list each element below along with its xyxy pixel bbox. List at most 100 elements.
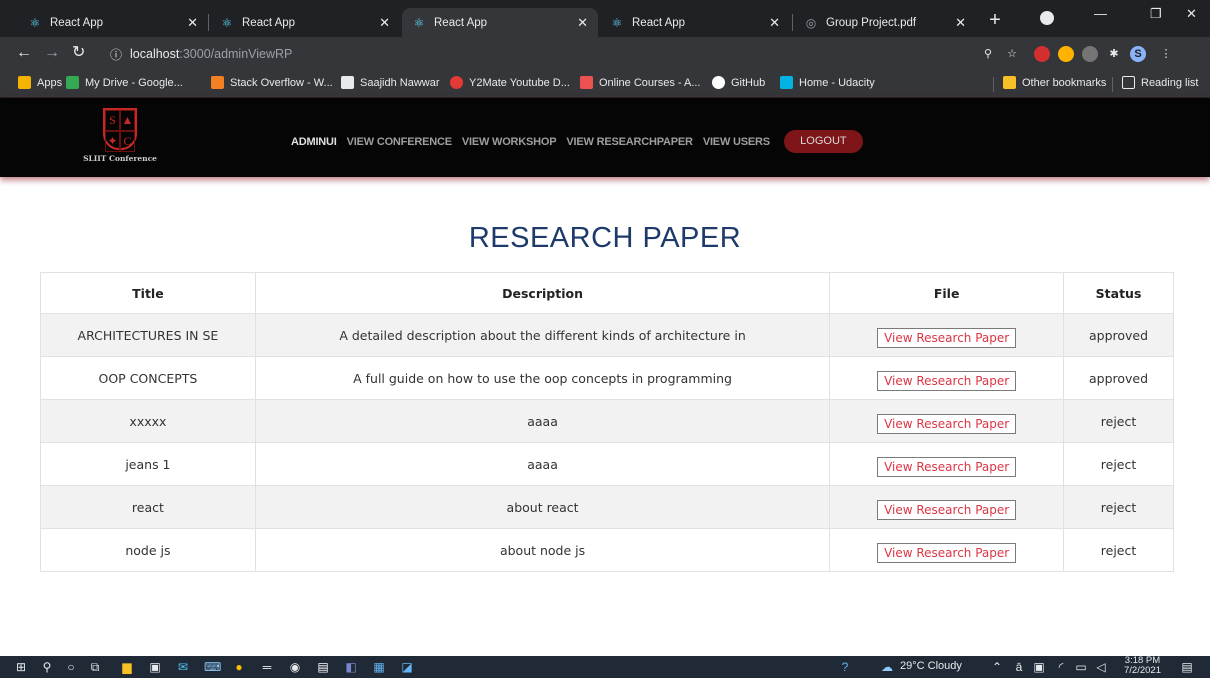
main-nav: ADMINUI VIEW CONFERENCE VIEW WORKSHOP VI…: [291, 130, 863, 153]
forward-icon[interactable]: →: [44, 44, 60, 62]
app-icon[interactable]: ═: [260, 660, 274, 674]
back-icon[interactable]: ←: [16, 44, 32, 62]
nav-adminui[interactable]: ADMINUI: [291, 136, 337, 148]
view-research-paper-button[interactable]: View Research Paper: [877, 457, 1017, 477]
apps-grid-icon: [18, 76, 31, 89]
cell-description: aaaa: [254, 399, 831, 443]
task-view-icon[interactable]: ⧉: [88, 660, 102, 674]
ime-icon[interactable]: ā: [1012, 660, 1026, 674]
bookmark-item[interactable]: GitHub: [712, 76, 765, 89]
zoom-icon[interactable]: ⚲: [980, 46, 996, 62]
bookmark-label: Y2Mate Youtube D...: [469, 76, 570, 89]
app-icon[interactable]: ◉: [288, 660, 302, 674]
browser-tab[interactable]: ⚛ React App ✕: [18, 8, 208, 37]
chevron-up-icon[interactable]: ⌃: [990, 660, 1004, 674]
logout-button[interactable]: LOGOUT: [783, 130, 863, 153]
bookmark-apps[interactable]: Apps: [18, 76, 62, 89]
windows-start-icon[interactable]: ⊞: [14, 660, 28, 674]
extension-icon[interactable]: [1082, 46, 1098, 62]
cortana-icon[interactable]: ○: [64, 660, 78, 674]
weather-text[interactable]: 29°C Cloudy: [900, 660, 962, 672]
address-bar[interactable]: ⓘ localhost :3000/adminViewRP: [100, 42, 1000, 66]
nav-view-workshop[interactable]: VIEW WORKSHOP: [462, 136, 557, 148]
reading-list-icon: [1122, 76, 1135, 89]
cell-description: A full guide on how to use the oop conce…: [254, 356, 831, 400]
react-icon: ⚛: [221, 15, 233, 30]
teams-icon[interactable]: ◧: [344, 660, 358, 674]
y2mate-icon: [450, 76, 463, 89]
browser-tab-active[interactable]: ⚛ React App ✕: [402, 8, 598, 37]
nav-view-users[interactable]: VIEW USERS: [703, 136, 770, 148]
reading-list[interactable]: Reading list: [1122, 76, 1198, 89]
new-tab-button[interactable]: +: [982, 8, 1008, 34]
taskbar-clock[interactable]: 3:18 PM 7/2/2021: [1124, 656, 1161, 676]
url-host: localhost: [130, 47, 180, 61]
reading-list-label: Reading list: [1141, 76, 1199, 89]
react-icon: ⚛: [29, 15, 41, 30]
browser-tab[interactable]: ◎ Group Project.pdf ✕: [794, 8, 976, 37]
network-icon[interactable]: ◜: [1054, 660, 1068, 674]
view-research-paper-button[interactable]: View Research Paper: [877, 414, 1017, 434]
close-icon[interactable]: ✕: [379, 15, 390, 31]
word-icon[interactable]: ▦: [372, 660, 386, 674]
calendar-icon[interactable]: ▣: [1032, 660, 1046, 674]
window-close-icon[interactable]: ✕: [1186, 6, 1197, 22]
close-icon[interactable]: ✕: [187, 15, 198, 31]
tab-divider: [792, 14, 793, 31]
close-icon[interactable]: ✕: [577, 15, 588, 31]
tab-search-icon[interactable]: [1040, 11, 1054, 25]
menu-kebab-icon[interactable]: ⋮: [1158, 46, 1174, 62]
photos-icon[interactable]: ◪: [400, 660, 414, 674]
mail-icon[interactable]: ✉: [176, 660, 190, 674]
udemy-icon: [580, 76, 593, 89]
bookmark-item[interactable]: Stack Overflow - W...: [211, 76, 333, 89]
cell-status: reject: [1063, 485, 1174, 529]
browser-tab[interactable]: ⚛ React App ✕: [210, 8, 400, 37]
cell-file: View Research Paper: [829, 356, 1065, 400]
keyboard-icon[interactable]: ⌨: [204, 660, 221, 674]
bookmark-item[interactable]: Online Courses - A...: [580, 76, 701, 89]
notification-icon[interactable]: ▤: [1180, 660, 1194, 674]
column-header-title: Title: [40, 272, 256, 314]
extension-icon[interactable]: [1034, 46, 1050, 62]
help-icon[interactable]: ?: [838, 660, 852, 674]
bookmark-label: Stack Overflow - W...: [230, 76, 333, 89]
webstorm-icon[interactable]: ▤: [316, 660, 330, 674]
cell-title: react: [40, 485, 256, 529]
bookmark-item[interactable]: Home - Udacity: [780, 76, 875, 89]
url-path: :3000/adminViewRP: [179, 47, 293, 61]
site-logo[interactable]: S ▲ ✦ C SLIIT Conference: [80, 108, 160, 172]
browser-tab[interactable]: ⚛ React App ✕: [600, 8, 790, 37]
battery-icon[interactable]: ▭: [1074, 660, 1088, 674]
view-research-paper-button[interactable]: View Research Paper: [877, 371, 1017, 391]
logo-letter: C: [120, 131, 135, 152]
volume-icon[interactable]: ◁: [1094, 660, 1108, 674]
cell-description: aaaa: [254, 442, 831, 486]
bookmark-item[interactable]: My Drive - Google...: [66, 76, 183, 89]
puzzle-icon[interactable]: ✱: [1106, 46, 1122, 62]
search-icon[interactable]: ⚲: [40, 660, 54, 674]
view-research-paper-button[interactable]: View Research Paper: [877, 543, 1017, 563]
minimize-icon[interactable]: —: [1094, 6, 1107, 21]
restore-icon[interactable]: ❐: [1150, 6, 1162, 22]
bookmark-item[interactable]: Saajidh Nawwar: [341, 76, 439, 89]
site-info-icon[interactable]: ⓘ: [110, 46, 122, 63]
bookmark-item[interactable]: Y2Mate Youtube D...: [450, 76, 570, 89]
cell-file: View Research Paper: [829, 485, 1065, 529]
star-icon[interactable]: ☆: [1004, 46, 1020, 62]
nav-view-conference[interactable]: VIEW CONFERENCE: [347, 136, 452, 148]
other-bookmarks[interactable]: Other bookmarks: [1003, 76, 1106, 89]
close-icon[interactable]: ✕: [769, 15, 780, 31]
extension-icon[interactable]: [1058, 46, 1074, 62]
nav-view-researchpaper[interactable]: VIEW RESEARCHPAPER: [566, 136, 693, 148]
chrome-icon[interactable]: ●: [232, 660, 246, 674]
view-research-paper-button[interactable]: View Research Paper: [877, 328, 1017, 348]
file-explorer-icon[interactable]: ▆: [120, 660, 134, 674]
profile-avatar[interactable]: S: [1130, 46, 1146, 62]
cell-file: View Research Paper: [829, 528, 1065, 572]
cell-status: reject: [1063, 442, 1174, 486]
store-icon[interactable]: ▣: [148, 660, 162, 674]
reload-icon[interactable]: ↻: [72, 44, 85, 62]
close-icon[interactable]: ✕: [955, 15, 966, 31]
view-research-paper-button[interactable]: View Research Paper: [877, 500, 1017, 520]
